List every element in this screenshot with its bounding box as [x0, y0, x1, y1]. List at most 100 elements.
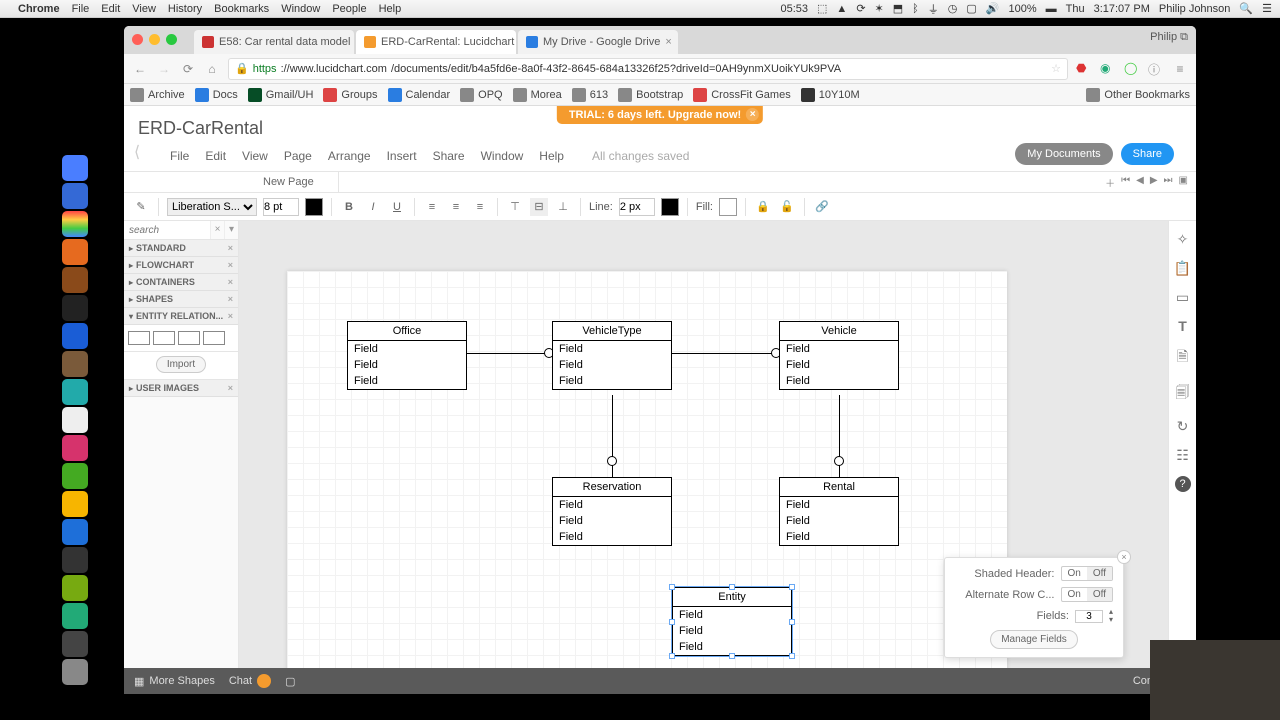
battery-icon[interactable]: ▬: [1046, 3, 1057, 15]
entity-new[interactable]: Entity Field Field Field: [672, 587, 792, 656]
dock-app[interactable]: [62, 407, 88, 433]
link-icon[interactable]: 🔗: [813, 198, 831, 216]
align-left-icon[interactable]: ≡: [423, 198, 441, 216]
next-page-icon[interactable]: ▶: [1150, 175, 1158, 190]
underline-button[interactable]: U: [388, 198, 406, 216]
resize-handle[interactable]: [789, 653, 795, 659]
close-banner-icon[interactable]: ×: [746, 108, 759, 121]
present-mode-icon[interactable]: ▢: [285, 675, 295, 688]
resize-handle[interactable]: [729, 653, 735, 659]
dock-app[interactable]: [62, 519, 88, 545]
entity-office[interactable]: Office Field Field Field: [347, 321, 467, 390]
er-shape[interactable]: [203, 331, 225, 345]
dock-app[interactable]: [62, 267, 88, 293]
resize-handle[interactable]: [669, 619, 675, 625]
chrome-menu-icon[interactable]: ≡: [1172, 62, 1188, 76]
entity-rental[interactable]: Rental Field Field Field: [779, 477, 899, 546]
last-page-icon[interactable]: ⏭: [1164, 175, 1173, 190]
bookmark-item[interactable]: Groups: [323, 88, 377, 102]
dock-app[interactable]: [62, 575, 88, 601]
menu-help[interactable]: Help: [379, 3, 402, 15]
import-button[interactable]: Import: [156, 356, 206, 373]
fields-count-input[interactable]: [1075, 610, 1103, 623]
bookmark-item[interactable]: Archive: [130, 88, 185, 102]
shaded-header-toggle[interactable]: OnOff: [1061, 566, 1114, 581]
entity-name[interactable]: Entity: [673, 588, 791, 607]
shape-search-input[interactable]: [124, 221, 210, 239]
text-color-swatch[interactable]: [305, 198, 323, 216]
lc-menu-edit[interactable]: Edit: [205, 149, 226, 163]
app-name[interactable]: Chrome: [18, 3, 60, 15]
timemachine-icon[interactable]: ◷: [948, 2, 958, 15]
menu-file[interactable]: File: [72, 3, 90, 15]
dock-app[interactable]: [62, 351, 88, 377]
help-icon[interactable]: ?: [1175, 476, 1191, 492]
close-category-icon[interactable]: ×: [228, 243, 233, 253]
chrome-profile-button[interactable]: Philip ⧉: [1150, 31, 1188, 44]
back-button[interactable]: ←: [132, 62, 148, 76]
font-size-input[interactable]: [263, 198, 299, 216]
clipboard-icon[interactable]: 📋: [1174, 260, 1191, 277]
lock-icon[interactable]: 🔒: [754, 198, 772, 216]
bookmark-item[interactable]: Gmail/UH: [248, 88, 314, 102]
shape-category[interactable]: ▸FLOWCHART×: [124, 257, 238, 274]
lc-menu-arrange[interactable]: Arrange: [328, 149, 371, 163]
bold-button[interactable]: B: [340, 198, 358, 216]
lc-menu-help[interactable]: Help: [539, 149, 564, 163]
airplay-icon[interactable]: ▢: [966, 2, 976, 15]
bookmark-star-icon[interactable]: ☆: [1051, 62, 1061, 75]
bookmark-item[interactable]: 613: [572, 88, 608, 102]
paper[interactable]: Office Field Field Field VehicleType Fie…: [287, 271, 1007, 668]
user-name[interactable]: Philip Johnson: [1159, 3, 1231, 15]
text-tool-icon[interactable]: T: [1178, 318, 1187, 334]
align-right-icon[interactable]: ≡: [471, 198, 489, 216]
home-button[interactable]: ⌂: [204, 62, 220, 76]
stepper-icon[interactable]: ▴▾: [1109, 608, 1113, 624]
extension-icon[interactable]: ◯: [1124, 61, 1140, 77]
dock-app[interactable]: [62, 323, 88, 349]
menu-edit[interactable]: Edit: [101, 3, 120, 15]
history-icon[interactable]: ↻: [1177, 418, 1189, 435]
status-icon[interactable]: ⟳: [856, 2, 865, 15]
shape-category[interactable]: ▸CONTAINERS×: [124, 274, 238, 291]
reload-button[interactable]: ⟳: [180, 62, 196, 76]
entity-reservation[interactable]: Reservation Field Field Field: [552, 477, 672, 546]
bookmark-item[interactable]: Bootstrap: [618, 88, 683, 102]
canvas[interactable]: Office Field Field Field VehicleType Fie…: [239, 221, 1196, 668]
page-tab[interactable]: New Page: [239, 172, 339, 192]
more-shapes-button[interactable]: ▦More Shapes: [134, 675, 215, 688]
first-page-icon[interactable]: ⏮: [1121, 175, 1130, 190]
shape-category[interactable]: ▸SHAPES×: [124, 291, 238, 308]
valign-top-icon[interactable]: ⊤: [506, 198, 524, 216]
valign-middle-icon[interactable]: ⊟: [530, 198, 548, 216]
bookmark-item[interactable]: 10Y10M: [801, 88, 860, 102]
er-shape[interactable]: [153, 331, 175, 345]
bookmark-item[interactable]: Calendar: [388, 88, 451, 102]
forward-button[interactable]: →: [156, 62, 172, 76]
menu-view[interactable]: View: [132, 3, 156, 15]
dock-trash-icon[interactable]: [62, 659, 88, 685]
dock-app-github[interactable]: [62, 547, 88, 573]
dock-app[interactable]: [62, 379, 88, 405]
share-button[interactable]: Share: [1121, 143, 1174, 165]
minimize-window-button[interactable]: [149, 34, 160, 45]
close-category-icon[interactable]: ×: [228, 260, 233, 270]
bookmark-item[interactable]: OPQ: [460, 88, 502, 102]
italic-button[interactable]: I: [364, 198, 382, 216]
unlock-icon[interactable]: 🔓: [778, 198, 796, 216]
status-icon[interactable]: ⬒: [893, 2, 903, 15]
chat-button[interactable]: Chat: [229, 674, 271, 688]
prev-page-icon[interactable]: ◀: [1136, 175, 1144, 190]
notification-center-icon[interactable]: ☰: [1262, 2, 1272, 15]
resize-handle[interactable]: [669, 584, 675, 590]
trial-banner[interactable]: TRIAL: 6 days left. Upgrade now!×: [557, 106, 763, 124]
lc-menu-file[interactable]: File: [170, 149, 189, 163]
browser-tab[interactable]: ERD-CarRental: Lucidchart×: [356, 30, 516, 54]
dock-app-terminal[interactable]: [62, 295, 88, 321]
lc-menu-view[interactable]: View: [242, 149, 268, 163]
close-category-icon[interactable]: ×: [228, 294, 233, 304]
line-width-input[interactable]: [619, 198, 655, 216]
bookmark-item[interactable]: CrossFit Games: [693, 88, 790, 102]
manage-fields-button[interactable]: Manage Fields: [990, 630, 1078, 649]
lc-menu-window[interactable]: Window: [481, 149, 524, 163]
